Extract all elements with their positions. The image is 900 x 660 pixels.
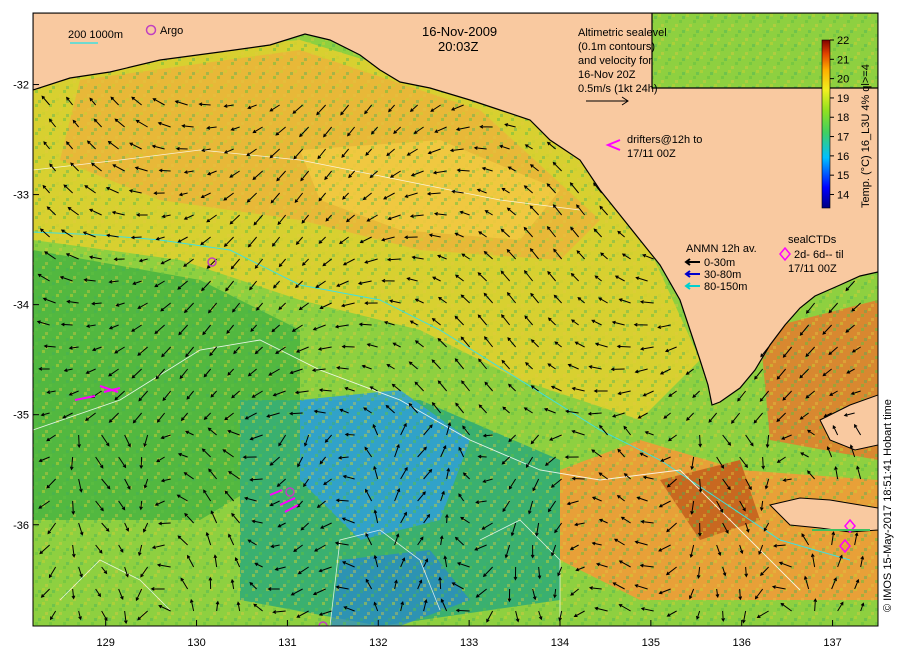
colorbar-tick-label: 17 (837, 132, 849, 144)
colorbar-tick-label: 15 (837, 170, 849, 182)
map-time: 20:03Z (438, 39, 479, 54)
colorbar-tick-label: 21 (837, 54, 849, 66)
colorbar-label: Temp. (°C) 16_L3U 4% ql>=4 (860, 64, 872, 208)
y-tick-label: -34 (13, 300, 29, 312)
seal-ctd-legend: sealCTDs 2d- 6d-- til 17/11 00Z (779, 234, 844, 275)
altimetry-line-4: 16-Nov 20Z (578, 69, 636, 81)
map-plot-area (33, 13, 878, 626)
seal-line-2: 2d- 6d-- til (794, 249, 844, 261)
colorbar-tick-label: 20 (837, 74, 849, 86)
colorbar-tick-label: 14 (837, 189, 849, 201)
anmn-item-30-80m: 30-80m (704, 269, 741, 281)
altimetry-line-1: Altimetric sealevel (578, 27, 667, 39)
x-tick-label: 133 (460, 637, 478, 649)
y-tick-label: -35 (13, 410, 29, 422)
colorbar-tick-label: 18 (837, 112, 849, 124)
drifters-line-1: drifters@12h to (627, 134, 702, 146)
anmn-item-80-150m: 80-150m (704, 281, 747, 293)
x-tick-label: 134 (551, 637, 569, 649)
altimetry-line-5: 0.5m/s (1kt 24h) (578, 83, 657, 95)
y-tick-label: -33 (13, 190, 29, 202)
x-tick-label: 135 (642, 637, 660, 649)
argo-legend-label: Argo (160, 25, 183, 37)
x-tick-label: 137 (823, 637, 841, 649)
y-tick-label: -36 (13, 520, 29, 532)
sst-map-figure: 129 130 131 132 133 134 135 136 137 -32 -33 -34 -35… (13, 12, 894, 649)
colorbar-tick-label: 19 (837, 93, 849, 105)
altimetry-line-2: (0.1m contours) (578, 41, 655, 53)
drifters-line-2: 17/11 00Z (627, 148, 676, 160)
anmn-title: ANMN 12h av. (686, 243, 757, 255)
seal-line-3: 17/11 00Z (788, 263, 837, 275)
credit-line: © IMOS 15-May-2017 18:51:41 Hobart time (882, 399, 894, 612)
seal-line-1: sealCTDs (788, 234, 837, 246)
x-tick-label: 129 (97, 637, 115, 649)
anmn-item-0-30m: 0-30m (704, 257, 735, 269)
x-tick-label: 131 (278, 637, 296, 649)
x-tick-label: 132 (369, 637, 387, 649)
colorbar-tick-label: 22 (837, 35, 849, 47)
altimetry-line-3: and velocity for (578, 55, 652, 67)
map-date: 16-Nov-2009 (422, 24, 497, 39)
x-tick-label: 130 (187, 637, 205, 649)
y-tick-label: -32 (13, 80, 29, 92)
isobath-legend-label: 200 1000m (68, 29, 123, 41)
x-tick-label: 136 (733, 637, 751, 649)
colorbar-tick-label: 16 (837, 151, 849, 163)
colorbar-gradient (821, 39, 831, 209)
